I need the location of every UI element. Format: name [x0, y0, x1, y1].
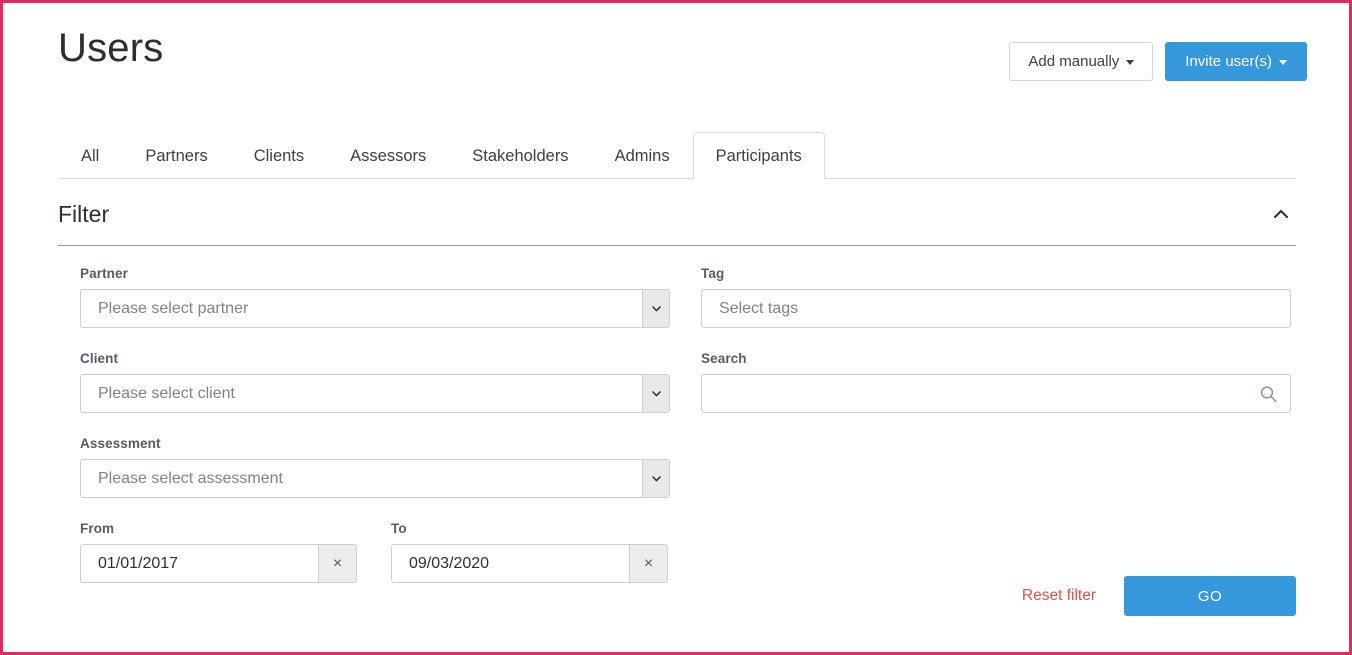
tab-clients[interactable]: Clients [231, 132, 327, 179]
tab-label: Partners [145, 147, 207, 166]
to-date-clear-button[interactable]: × [629, 544, 668, 583]
tag-label: Tag [701, 266, 1291, 281]
search-label: Search [701, 351, 1291, 366]
app-frame: Users Add manually Invite user(s) All Pa… [0, 0, 1352, 655]
add-manually-button[interactable]: Add manually [1009, 42, 1153, 81]
invite-users-label: Invite user(s) [1185, 54, 1272, 69]
page-title: Users [58, 25, 163, 71]
field-partner: Partner Please select partner [80, 266, 670, 328]
client-select-value: Please select client [81, 386, 235, 402]
field-search: Search [701, 351, 1291, 413]
tab-label: Assessors [350, 147, 426, 166]
tab-label: Stakeholders [472, 147, 568, 166]
filter-body: Partner Please select partner Client Ple… [58, 246, 1296, 636]
tab-label: Participants [716, 147, 802, 166]
filter-panel: Filter Partner Please select partner [58, 183, 1296, 636]
search-input[interactable] [701, 374, 1291, 413]
reset-filter-link[interactable]: Reset filter [1022, 587, 1096, 605]
field-from: From 01/01/2017 × [80, 521, 357, 583]
assessment-select-value: Please select assessment [81, 471, 283, 487]
go-button[interactable]: GO [1124, 576, 1296, 616]
partner-select[interactable]: Please select partner [80, 289, 670, 328]
tabs-list: All Partners Clients Assessors Stakehold… [58, 131, 1296, 179]
tab-admins[interactable]: Admins [592, 132, 693, 179]
field-tag: Tag Select tags [701, 266, 1291, 328]
field-to: To 09/03/2020 × [391, 521, 668, 583]
from-date-clear-button[interactable]: × [318, 544, 357, 583]
tag-input-placeholder: Select tags [702, 301, 798, 317]
to-date-input[interactable]: 09/03/2020 [391, 544, 629, 583]
header-actions: Add manually Invite user(s) [1009, 42, 1307, 81]
field-assessment: Assessment Please select assessment [80, 436, 670, 498]
from-date-control: 01/01/2017 × [80, 544, 357, 583]
add-manually-label: Add manually [1028, 54, 1119, 69]
tabs-bar: All Partners Clients Assessors Stakehold… [58, 131, 1296, 179]
tab-label: Clients [254, 147, 304, 166]
chevron-down-icon[interactable] [642, 460, 669, 497]
tab-label: All [81, 147, 99, 166]
assessment-select[interactable]: Please select assessment [80, 459, 670, 498]
from-label: From [80, 521, 357, 536]
to-label: To [391, 521, 668, 536]
chevron-down-icon[interactable] [642, 290, 669, 327]
client-label: Client [80, 351, 670, 366]
tab-stakeholders[interactable]: Stakeholders [449, 132, 591, 179]
to-date-control: 09/03/2020 × [391, 544, 668, 583]
date-range-row: From 01/01/2017 × To 09/03/2020 × [80, 521, 670, 583]
partner-select-value: Please select partner [81, 301, 248, 317]
filter-title: Filter [58, 201, 109, 228]
caret-down-icon [1279, 60, 1287, 65]
page-header: Users Add manually Invite user(s) [58, 25, 1307, 95]
from-date-input[interactable]: 01/01/2017 [80, 544, 318, 583]
chevron-up-icon[interactable] [1266, 199, 1296, 229]
tab-all[interactable]: All [58, 132, 122, 179]
tab-participants[interactable]: Participants [693, 132, 825, 179]
tab-assessors[interactable]: Assessors [327, 132, 449, 179]
filter-column-right: Tag Select tags Search [701, 266, 1291, 436]
search-icon[interactable] [1259, 384, 1278, 403]
caret-down-icon [1126, 60, 1134, 65]
filter-actions: Reset filter GO [1022, 576, 1296, 616]
partner-label: Partner [80, 266, 670, 281]
chevron-down-icon[interactable] [642, 375, 669, 412]
tab-label: Admins [615, 147, 670, 166]
invite-users-button[interactable]: Invite user(s) [1165, 42, 1307, 81]
field-client: Client Please select client [80, 351, 670, 413]
tab-partners[interactable]: Partners [122, 132, 230, 179]
filter-column-left: Partner Please select partner Client Ple… [80, 266, 670, 583]
filter-header-toggle[interactable]: Filter [58, 183, 1296, 246]
client-select[interactable]: Please select client [80, 374, 670, 413]
tag-input[interactable]: Select tags [701, 289, 1291, 328]
assessment-label: Assessment [80, 436, 670, 451]
